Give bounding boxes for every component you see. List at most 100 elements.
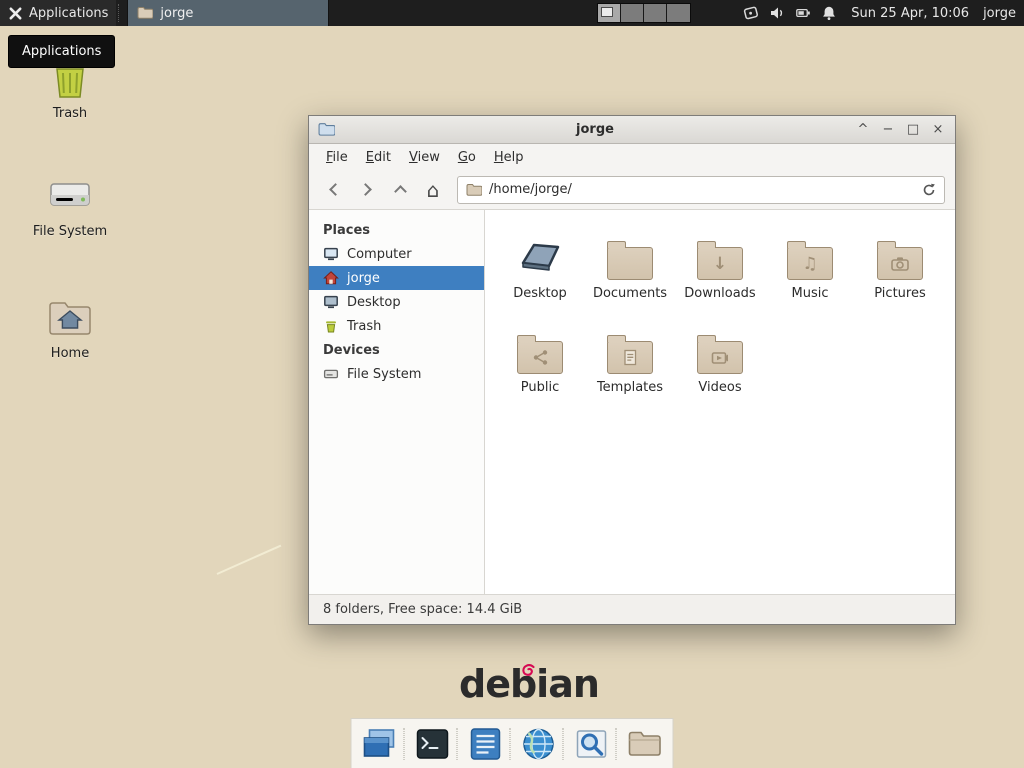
workspace-switcher[interactable] <box>597 3 691 23</box>
panel-separator <box>118 4 125 22</box>
drive-icon <box>46 171 94 219</box>
dock-item-show-desktop[interactable] <box>359 723 401 765</box>
sidebar-item-label: Trash <box>347 319 381 334</box>
dock-separator <box>457 728 462 760</box>
file-item-downloads[interactable]: ↓ Downloads <box>675 224 765 312</box>
computer-icon <box>323 246 339 262</box>
file-item-public[interactable]: Public <box>495 318 585 406</box>
forward-button[interactable] <box>352 176 382 204</box>
system-tray <box>743 5 837 21</box>
dock-item-terminal[interactable] <box>412 723 454 765</box>
folder-icon <box>607 247 653 280</box>
dock-separator <box>563 728 568 760</box>
terminal-icon <box>415 726 451 762</box>
forward-icon <box>359 183 372 196</box>
notifications-bell-icon[interactable] <box>821 5 837 21</box>
sidebar-item-label: Desktop <box>347 295 401 310</box>
menu-view[interactable]: View <box>400 147 449 168</box>
desktop-icon-label: Home <box>51 346 89 361</box>
file-item-pictures[interactable]: Pictures <box>855 224 945 312</box>
menu-go[interactable]: Go <box>449 147 485 168</box>
file-item-music[interactable]: ♫ Music <box>765 224 855 312</box>
sidebar-item-trash[interactable]: Trash <box>309 314 484 338</box>
workspace-3[interactable] <box>644 4 667 22</box>
close-button[interactable]: × <box>930 122 946 138</box>
workspace-2[interactable] <box>621 4 644 22</box>
show-desktop-icon <box>362 726 398 762</box>
toolbar: ⌂ /home/jorge/ <box>309 170 955 210</box>
desktop-icon-file-system[interactable]: File System <box>25 171 115 239</box>
folder-download-icon: ↓ <box>697 247 743 280</box>
location-path[interactable]: /home/jorge/ <box>489 182 915 197</box>
menu-help[interactable]: Help <box>485 147 533 168</box>
workspace-1[interactable] <box>598 4 621 22</box>
file-item-templates[interactable]: Templates <box>585 318 675 406</box>
wallpaper-swoosh-line <box>217 545 282 575</box>
desktop-icon-label: File System <box>33 224 107 239</box>
dock-item-text-editor[interactable] <box>465 723 507 765</box>
sidebar-item-label: File System <box>347 367 421 382</box>
file-item-videos[interactable]: Videos <box>675 318 765 406</box>
applications-tooltip: Applications <box>8 35 115 68</box>
up-button[interactable] <box>385 176 415 204</box>
file-view[interactable]: Desktop Documents ↓ Downloads <box>485 210 955 594</box>
file-item-desktop[interactable]: Desktop <box>495 224 585 312</box>
dock-item-web-browser[interactable] <box>518 723 560 765</box>
folder-icon <box>627 726 663 762</box>
desk-icon <box>516 224 564 280</box>
sidebar-item-label: Computer <box>347 247 412 262</box>
trash-icon <box>323 318 339 334</box>
workspace-4[interactable] <box>667 4 690 22</box>
home-icon: ⌂ <box>427 180 440 200</box>
sidebar-item-computer[interactable]: Computer <box>309 242 484 266</box>
back-button[interactable] <box>319 176 349 204</box>
sidebar-item-desktop[interactable]: Desktop <box>309 290 484 314</box>
menu-file[interactable]: File <box>317 147 357 168</box>
sidebar-item-jorge[interactable]: jorge <box>309 266 484 290</box>
file-label: Videos <box>698 380 741 395</box>
location-bar[interactable]: /home/jorge/ <box>457 176 945 204</box>
magnifier-icon <box>574 726 610 762</box>
applications-menu-label: Applications <box>29 6 108 21</box>
back-icon <box>329 183 342 196</box>
dock-separator <box>510 728 515 760</box>
folder-videos-icon <box>697 341 743 374</box>
dock-panel <box>351 718 674 768</box>
folder-templates-icon <box>607 341 653 374</box>
dock-separator <box>404 728 409 760</box>
file-item-documents[interactable]: Documents <box>585 224 675 312</box>
debian-wordmark: debian <box>459 662 599 706</box>
sidebar-item-file-system[interactable]: File System <box>309 362 484 386</box>
clock[interactable]: Sun 25 Apr, 10:06 <box>851 6 969 21</box>
status-text: 8 folders, Free space: 14.4 GiB <box>323 602 522 617</box>
dock-item-file-manager[interactable] <box>624 723 666 765</box>
video-icon <box>698 342 742 373</box>
volume-icon[interactable] <box>769 5 785 21</box>
minimize-button[interactable]: − <box>880 122 896 138</box>
reload-button[interactable] <box>922 183 936 197</box>
document-icon <box>608 342 652 373</box>
battery-icon[interactable] <box>795 5 811 21</box>
maximize-button[interactable]: □ <box>905 122 921 138</box>
user-menu[interactable]: jorge <box>983 6 1016 21</box>
window-title: jorge <box>343 122 847 137</box>
menu-edit[interactable]: Edit <box>357 147 400 168</box>
titlebar[interactable]: jorge ^ − □ × <box>309 116 955 144</box>
tablet-icon[interactable] <box>743 5 759 21</box>
home-icon <box>323 270 339 286</box>
top-panel: Applications jorge <box>0 0 1024 26</box>
share-icon <box>518 342 562 373</box>
taskbar-button-jorge[interactable]: jorge <box>127 0 329 26</box>
home-button[interactable]: ⌂ <box>418 176 448 204</box>
shade-button[interactable]: ^ <box>855 122 871 138</box>
folder-share-icon <box>517 341 563 374</box>
taskbar-button-label: jorge <box>160 6 193 21</box>
folder-icon <box>137 6 153 20</box>
applications-menu-button[interactable]: Applications <box>0 0 116 26</box>
dock-item-app-finder[interactable] <box>571 723 613 765</box>
file-label: Downloads <box>684 286 755 301</box>
debian-swirl-icon <box>521 664 536 678</box>
desktop-icon <box>323 294 339 310</box>
desktop-icon-home[interactable]: Home <box>25 293 115 361</box>
folder-pictures-icon <box>877 247 923 280</box>
